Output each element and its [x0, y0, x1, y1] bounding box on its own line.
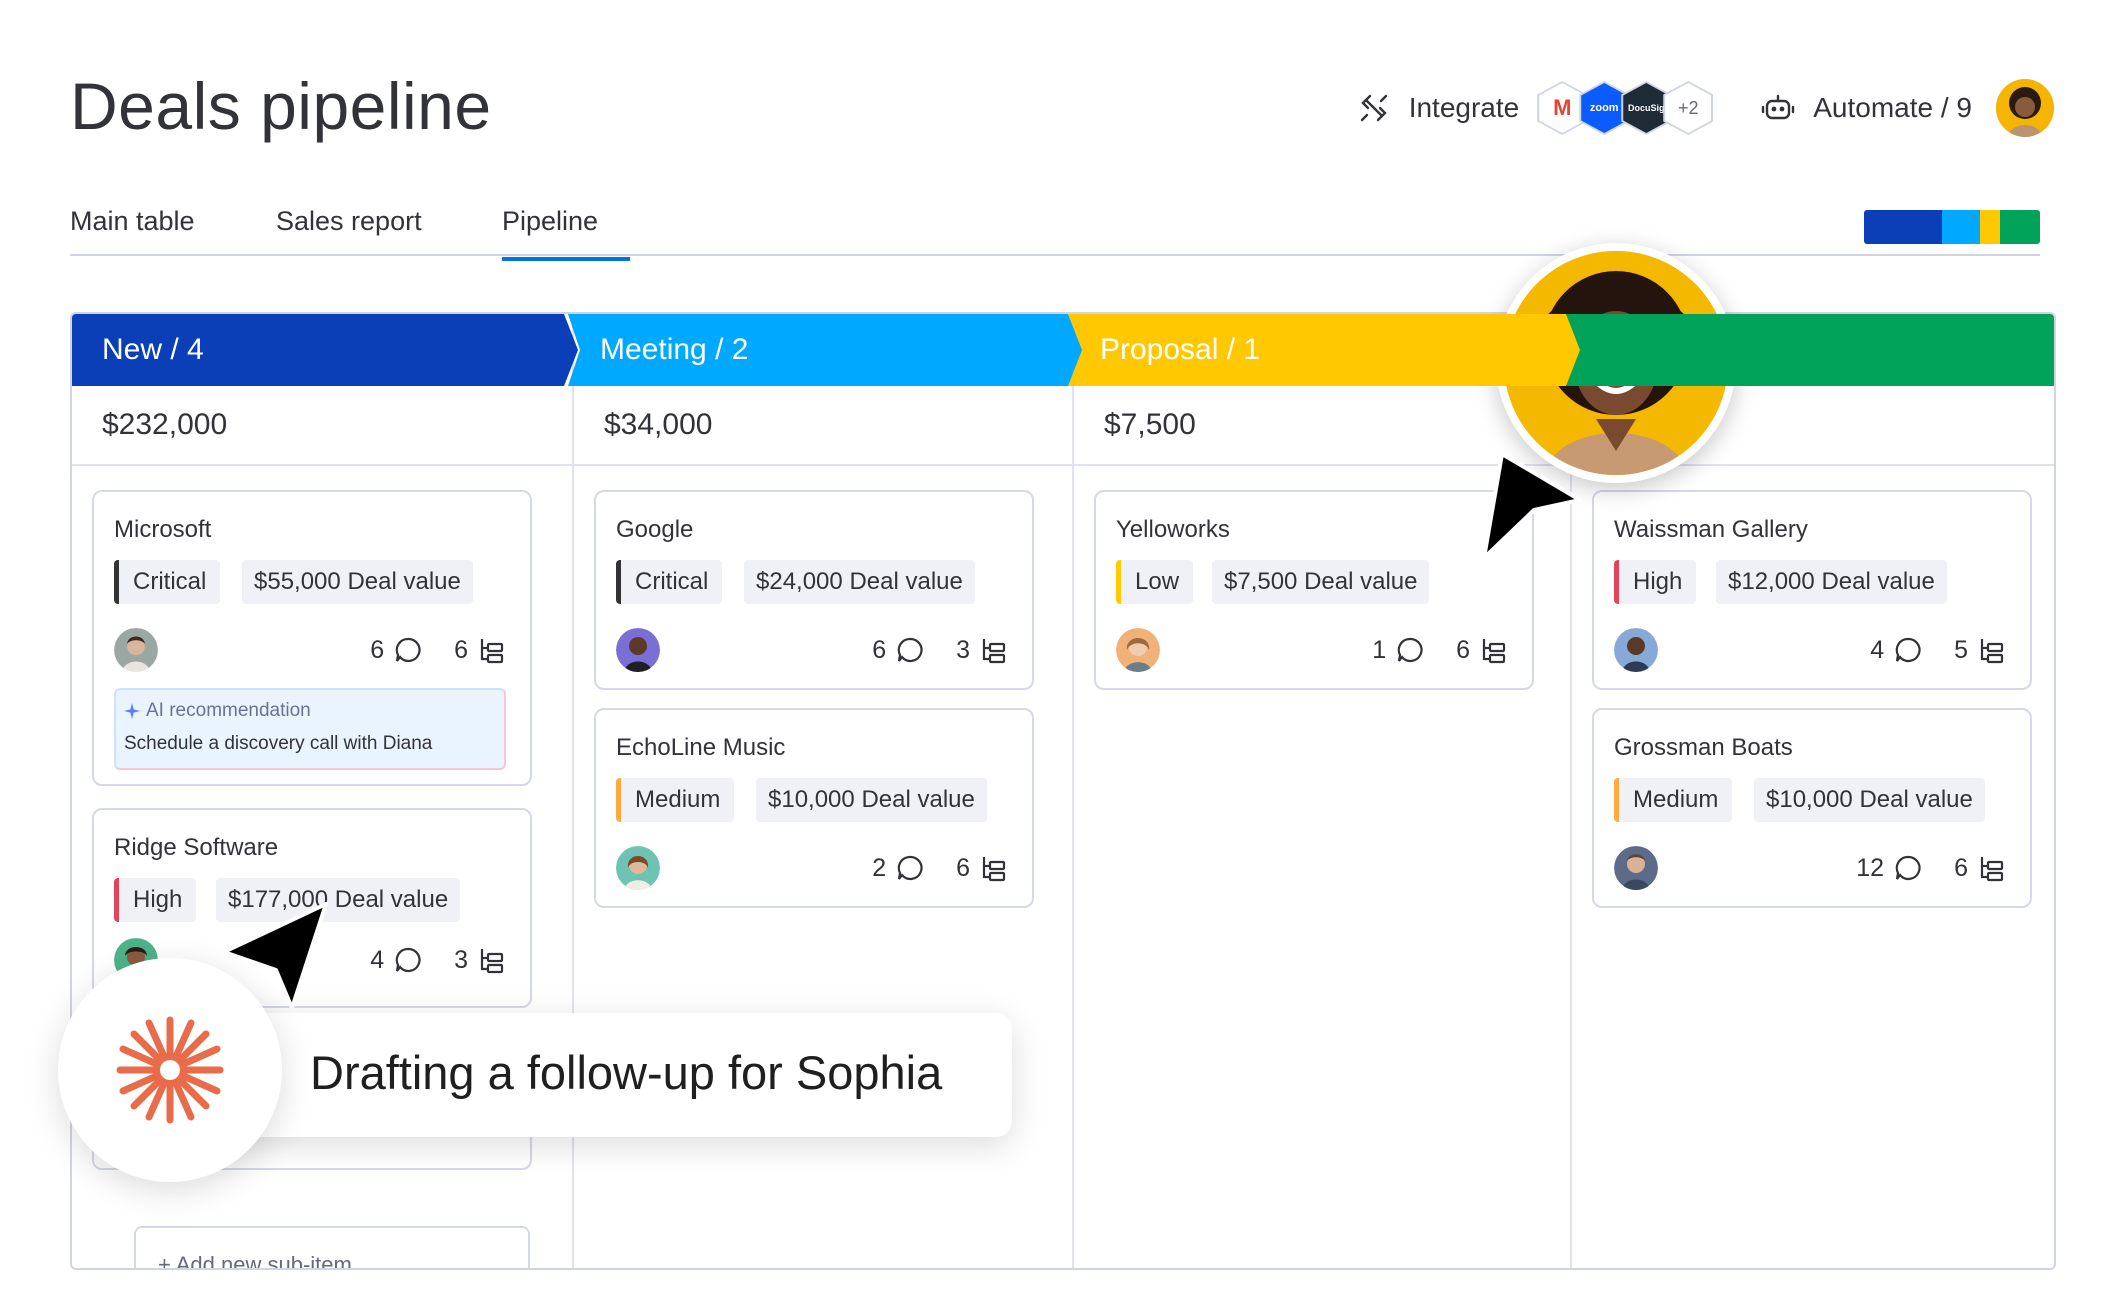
column-header-new[interactable]: New / 4	[72, 314, 578, 386]
deal-value-badge: $24,000 Deal value	[744, 560, 975, 604]
comment-count: 1	[1372, 635, 1387, 664]
owner-avatar[interactable]	[1614, 846, 1658, 890]
subitem-count: 3	[956, 635, 970, 664]
column-total: $232,000	[72, 386, 572, 466]
comment-count: 6	[872, 635, 887, 664]
deal-value-badge: $10,000 Deal value	[756, 778, 987, 822]
subitems-icon[interactable]	[1978, 636, 2006, 664]
add-subitem-button[interactable]: + Add new sub-item	[134, 1226, 530, 1268]
tab-pipeline[interactable]: Pipeline	[502, 206, 631, 261]
priority-badge[interactable]: Low	[1116, 560, 1194, 604]
deal-card-grossman-boats[interactable]: Grossman Boats Medium $10,000 Deal value…	[1592, 708, 2032, 908]
comment-icon[interactable]	[1894, 854, 1922, 882]
card-meta: 6 3	[872, 630, 1008, 670]
robot-icon	[1762, 94, 1795, 120]
deal-card-yelloworks[interactable]: Yelloworks Low $7,500 Deal value 1 6	[1094, 490, 1534, 690]
card-meta: 4 5	[1870, 630, 2006, 670]
subitem-count: 6	[454, 635, 468, 664]
deal-value-badge: $7,500 Deal value	[1212, 560, 1430, 604]
subitem-count: 6	[1456, 635, 1470, 664]
sparkle-icon	[124, 703, 140, 719]
column-header-won[interactable]	[1566, 314, 2054, 386]
deal-name: Ridge Software	[114, 834, 279, 861]
agent-status-toast: Drafting a follow-up for Sophia	[180, 1013, 1012, 1137]
user-avatar[interactable]	[1996, 79, 2054, 137]
integrate-label: Integrate	[1408, 92, 1520, 123]
card-meta: 4 3	[370, 940, 506, 980]
deal-name: Google	[616, 516, 694, 543]
comment-count: 12	[1856, 853, 1885, 882]
deal-name: Microsoft	[114, 516, 212, 543]
comment-count: 2	[872, 853, 887, 882]
owner-avatar[interactable]	[1614, 628, 1658, 672]
integrate-button[interactable]: Integrate	[1357, 91, 1520, 125]
ai-recommendation-text: Schedule a discovery call with Diana	[124, 733, 433, 754]
comment-icon[interactable]	[1894, 636, 1922, 664]
comment-count: 6	[370, 635, 385, 664]
card-meta: 1 6	[1372, 630, 1508, 670]
column-header-meeting[interactable]: Meeting / 2	[568, 314, 1082, 386]
deal-card-microsoft[interactable]: Microsoft Critical $55,000 Deal value 6 …	[92, 490, 532, 786]
subitems-icon[interactable]	[980, 854, 1008, 882]
automate-button[interactable]: Automate / 9	[1761, 92, 1972, 124]
comment-icon[interactable]	[394, 636, 422, 664]
priority-badge[interactable]: Medium	[616, 778, 735, 822]
deal-value-badge: $10,000 Deal value	[1754, 778, 1985, 822]
stage-color-bar	[1864, 210, 2040, 244]
deal-card-google[interactable]: Google Critical $24,000 Deal value 6 3	[594, 490, 1034, 690]
tab-sales-report[interactable]: Sales report	[276, 206, 422, 237]
deal-name: Yelloworks	[1116, 516, 1230, 543]
column-header-proposal[interactable]: Proposal / 1	[1068, 314, 1580, 386]
owner-avatar[interactable]	[114, 628, 158, 672]
subitem-count: 6	[1954, 853, 1968, 882]
subitems-icon[interactable]	[1978, 854, 2006, 882]
cursor-pointer-icon	[1482, 452, 1582, 560]
subitem-count: 3	[454, 945, 468, 974]
subitems-icon[interactable]	[1480, 636, 1508, 664]
priority-badge[interactable]: Critical	[616, 560, 723, 604]
deal-name: Grossman Boats	[1614, 734, 1793, 761]
card-meta: 6 6	[370, 630, 506, 670]
subitem-count: 6	[956, 853, 970, 882]
asterisk-icon	[58, 958, 282, 1182]
comment-count: 4	[1870, 635, 1885, 664]
page-title: Deals pipeline	[70, 69, 492, 143]
integration-stack[interactable]: M zoom DocuSig +2	[1537, 81, 1714, 135]
subitem-count: 5	[1954, 635, 1968, 664]
ai-label: AI recommendation	[124, 700, 311, 722]
agent-status-text: Drafting a follow-up for Sophia	[310, 1046, 943, 1099]
comment-count: 4	[370, 945, 385, 974]
card-meta: 12 6	[1856, 848, 2006, 888]
tab-main-table[interactable]: Main table	[70, 206, 195, 237]
more-integrations-badge: +2	[1663, 81, 1714, 135]
subitems-icon[interactable]	[980, 636, 1008, 664]
comment-icon[interactable]	[896, 854, 924, 882]
deal-name: Waissman Gallery	[1614, 516, 1808, 543]
priority-badge[interactable]: Medium	[1614, 778, 1733, 822]
subitems-icon[interactable]	[478, 636, 506, 664]
subitems-icon[interactable]	[478, 946, 506, 974]
owner-avatar[interactable]	[616, 846, 660, 890]
plug-icon	[1360, 94, 1387, 122]
comment-icon[interactable]	[394, 946, 422, 974]
deal-value-badge: $55,000 Deal value	[242, 560, 473, 604]
deal-value-badge: $12,000 Deal value	[1716, 560, 1947, 604]
comment-icon[interactable]	[896, 636, 924, 664]
deal-card-waissman-gallery[interactable]: Waissman Gallery High $12,000 Deal value…	[1592, 490, 2032, 690]
owner-avatar[interactable]	[1116, 628, 1160, 672]
priority-badge[interactable]: High	[1614, 560, 1697, 604]
owner-avatar[interactable]	[616, 628, 660, 672]
ai-recommendation[interactable]: AI recommendation Schedule a discovery c…	[114, 688, 506, 770]
priority-badge[interactable]: Critical	[114, 560, 221, 604]
header-actions: Integrate M zoom DocuSig +2 Automate / 9	[1357, 79, 2054, 137]
card-meta: 2 6	[872, 848, 1008, 888]
automate-label: Automate / 9	[1813, 92, 1972, 123]
comment-icon[interactable]	[1396, 636, 1424, 664]
deal-name: EchoLine Music	[616, 734, 786, 761]
view-tabs: Main table Sales report Pipeline	[70, 200, 2040, 261]
deal-card-echoline-music[interactable]: EchoLine Music Medium $10,000 Deal value…	[594, 708, 1034, 908]
column-total: $34,000	[574, 386, 1072, 466]
priority-badge[interactable]: High	[114, 878, 197, 922]
